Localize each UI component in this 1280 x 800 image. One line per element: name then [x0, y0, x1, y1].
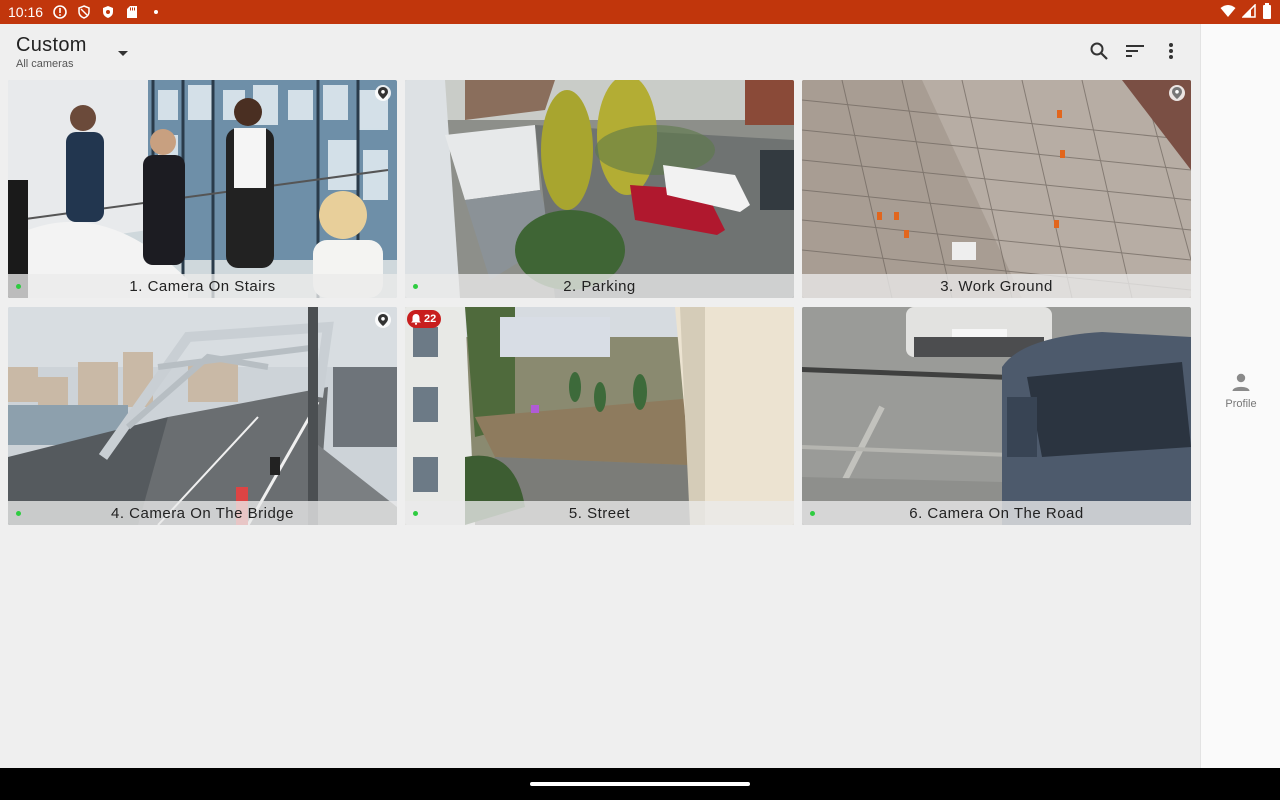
system-nav-bar [0, 768, 1280, 800]
page-subtitle: All cameras [16, 58, 74, 70]
chevron-down-icon[interactable] [114, 46, 132, 60]
info-icon [53, 5, 67, 19]
camera-name: 2. Parking [563, 277, 636, 295]
camera-feed-road [802, 307, 1191, 525]
camera-feed-street [405, 307, 794, 525]
location-pin-icon[interactable] [375, 312, 391, 328]
camera-tile[interactable]: 1. Camera On Stairs [8, 80, 397, 298]
camera-tile[interactable]: 3. Work Ground [802, 80, 1191, 298]
camera-name: 3. Work Ground [940, 277, 1053, 295]
shield-outline-icon [77, 5, 91, 19]
camera-caption: 1. Camera On Stairs [8, 274, 397, 298]
notification-dot-icon [149, 5, 163, 19]
signal-icon [1241, 2, 1256, 21]
camera-caption: 5. Street [405, 501, 794, 525]
sd-card-icon [125, 5, 139, 19]
sort-icon[interactable] [1124, 40, 1146, 62]
camera-caption: 2. Parking [405, 274, 794, 298]
camera-name: 4. Camera On The Bridge [111, 504, 294, 522]
camera-caption: 3. Work Ground [802, 274, 1191, 298]
camera-name: 5. Street [568, 504, 631, 522]
camera-feed-parking [405, 80, 794, 298]
camera-caption: 6. Camera On The Road [802, 501, 1191, 525]
status-bar: 10:16 [0, 0, 1280, 24]
location-pin-icon[interactable] [1169, 85, 1185, 101]
search-icon[interactable] [1088, 40, 1110, 62]
more-vert-icon[interactable] [1160, 40, 1182, 62]
camera-grid: 1. Camera On Stairs 2. Parking 3. Work G… [8, 80, 1191, 525]
online-status-dot [16, 284, 21, 289]
location-pin-icon[interactable] [375, 85, 391, 101]
alert-count: 22 [424, 313, 437, 325]
page-title: Custom [16, 34, 87, 56]
shield-icon [101, 5, 115, 19]
online-status-dot [413, 511, 418, 516]
camera-tile[interactable]: 6. Camera On The Road [802, 307, 1191, 525]
main-content: Custom All cameras 1. Camera On Stairs 2… [0, 24, 1200, 768]
home-gesture-handle[interactable] [530, 782, 750, 786]
camera-feed-stairs [8, 80, 397, 298]
nav-item-label: Profile [1225, 398, 1257, 410]
camera-tile[interactable]: 2. Parking [405, 80, 794, 298]
camera-feed-bridge [8, 307, 397, 525]
camera-name: 6. Camera On The Road [909, 504, 1084, 522]
online-status-dot [810, 511, 815, 516]
alert-badge[interactable]: 22 [407, 310, 442, 328]
person-icon [1232, 373, 1250, 391]
camera-tile[interactable]: 22 5. Street [405, 307, 794, 525]
camera-tile[interactable]: 4. Camera On The Bridge [8, 307, 397, 525]
online-status-dot [413, 284, 418, 289]
bell-icon [411, 313, 421, 325]
camera-caption: 4. Camera On The Bridge [8, 501, 397, 525]
camera-feed-work-ground [802, 80, 1191, 298]
wifi-icon [1220, 4, 1236, 21]
camera-name: 1. Camera On Stairs [129, 277, 276, 295]
view-selector[interactable]: Custom All cameras [16, 34, 87, 70]
nav-item-profile[interactable]: Profile [1201, 372, 1280, 410]
online-status-dot [16, 511, 21, 516]
battery-icon [1262, 2, 1272, 22]
navigation-rail: Profile [1200, 24, 1280, 768]
toolbar [1088, 40, 1182, 62]
status-time: 10:16 [8, 4, 44, 20]
